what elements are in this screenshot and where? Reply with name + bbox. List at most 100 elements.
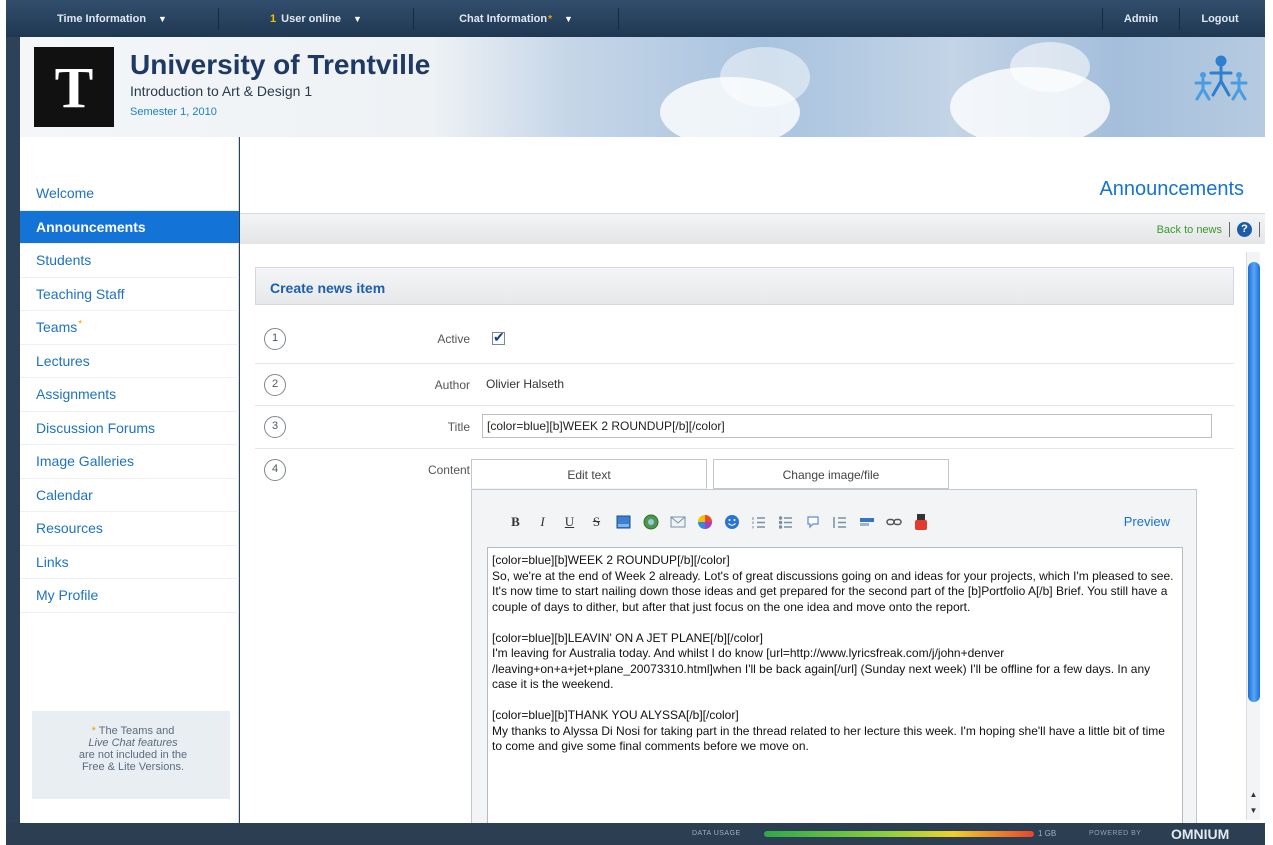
preview-link[interactable]: Preview (1124, 514, 1170, 529)
email-icon[interactable] (664, 513, 691, 531)
data-usage-bar (764, 831, 1034, 837)
form-title: Create news item (270, 280, 386, 296)
italic-button[interactable]: I (529, 513, 556, 531)
underline-button[interactable]: U (556, 513, 583, 531)
data-usage-label: DATA USAGE (692, 830, 741, 837)
bold-button[interactable]: B (502, 513, 529, 531)
university-title: University of Trentville (130, 49, 431, 80)
editor-toolbar: B I U S (502, 512, 934, 532)
step-number: 2 (264, 374, 286, 396)
sidebar-item-announcements[interactable]: Announcements (20, 210, 239, 244)
chat-information-menu[interactable]: Chat Information * ▼ (414, 8, 619, 30)
scrollbar[interactable]: ▲ ▼ (1246, 252, 1260, 820)
chevron-down-icon: ▼ (353, 14, 362, 24)
field-label: Active (437, 332, 470, 346)
powered-by-label: POWERED BY (1089, 830, 1142, 837)
sidebar-item-teams[interactable]: Teams * (20, 311, 239, 345)
field-label: Author (434, 378, 470, 392)
logout-label: Logout (1201, 13, 1239, 25)
sidebar-item-links[interactable]: Links (20, 546, 239, 579)
chevron-down-icon: ▼ (158, 14, 167, 24)
omnium-logo: OMNIUM (1171, 826, 1230, 842)
ordered-list-icon[interactable] (745, 513, 772, 531)
users-online-count: 1 (270, 13, 277, 25)
action-bar: Back to news ? (240, 213, 1265, 244)
sidebar-item-calendar[interactable]: Calendar (20, 479, 239, 512)
sidebar-item-label: Resources (36, 520, 103, 537)
sidebar-item-label: Teams (36, 319, 78, 336)
form-row-title: 3 Title [color=blue][b]WEEK 2 ROUNDUP[/b… (255, 406, 1234, 449)
media-icon[interactable] (637, 513, 664, 531)
page-title: Announcements (1099, 178, 1244, 200)
time-information-menu[interactable]: Time Information ▼ (6, 8, 219, 30)
form-row-active: 1 Active (255, 318, 1234, 364)
note-star: * (91, 725, 96, 737)
sidebar-item-label: Announcements (36, 218, 146, 235)
scroll-up-icon[interactable]: ▲ (1247, 788, 1260, 802)
color-icon[interactable] (691, 513, 718, 531)
sidebar-item-discussion-forums[interactable]: Discussion Forums (20, 412, 239, 445)
note-line-4: Free & Lite Versions. (81, 761, 185, 773)
unordered-list-icon[interactable] (772, 513, 799, 531)
help-icon[interactable]: ? (1237, 222, 1252, 237)
tab-change-image-file[interactable]: Change image/file (713, 459, 949, 489)
sidebar-item-label: Lectures (36, 352, 90, 369)
field-label: Content (427, 463, 470, 477)
sidebar-item-students[interactable]: Students (20, 244, 239, 278)
sidebar-item-assignments[interactable]: Assignments (20, 378, 239, 412)
title-input[interactable]: [color=blue][b]WEEK 2 ROUNDUP[/b][/color… (482, 414, 1212, 438)
divider (1229, 222, 1230, 237)
footer: DATA USAGE 1 GB POWERED BY OMNIUM (6, 823, 1265, 845)
sidebar-item-resources[interactable]: Resources (20, 512, 239, 546)
smiley-icon[interactable] (718, 513, 745, 531)
sidebar-item-teaching-staff[interactable]: Teaching Staff (20, 278, 239, 311)
sidebar-item-label: My Profile (36, 587, 99, 604)
code-icon[interactable] (853, 513, 880, 531)
sidebar-item-label: Image Galleries (36, 453, 135, 470)
author-value: Olivier Halseth (486, 377, 565, 391)
sidebar-item-image-galleries[interactable]: Image Galleries (20, 445, 239, 479)
admin-label: Admin (1123, 13, 1159, 25)
youtube-icon[interactable] (907, 513, 934, 531)
sidebar-item-label: Assignments (36, 386, 117, 403)
image-icon[interactable] (610, 513, 637, 531)
teams-star: * (78, 319, 83, 330)
top-bar: Time Information ▼ 1 User online ▼ Chat … (6, 0, 1265, 37)
users-online-menu[interactable]: 1 User online ▼ (219, 8, 414, 30)
sidebar-item-label: Calendar (36, 486, 93, 503)
chevron-down-icon: ▼ (563, 14, 573, 24)
sidebar-item-my-profile[interactable]: My Profile (20, 579, 239, 613)
note-line-2: Live Chat features (88, 737, 178, 749)
note-line-1: The Teams and (98, 725, 175, 737)
link-icon[interactable] (880, 513, 907, 531)
chat-information-label: Chat Information (459, 13, 548, 25)
brand-figures-icon (1194, 55, 1248, 101)
site-header: T University of Trentville Introduction … (20, 37, 1265, 137)
indent-icon[interactable] (826, 513, 853, 531)
course-title: Introduction to Art & Design 1 (130, 83, 313, 99)
time-information-label: Time Information (57, 13, 147, 25)
data-usage-max: 1 GB (1038, 829, 1057, 838)
quote-icon[interactable] (799, 513, 826, 531)
field-label: Title (447, 420, 470, 434)
active-checkbox[interactable] (492, 329, 505, 346)
logout-link[interactable]: Logout (1180, 8, 1260, 30)
sidebar-item-welcome[interactable]: Welcome (20, 177, 239, 211)
step-number: 4 (264, 459, 286, 481)
tab-edit-text[interactable]: Edit text (471, 459, 707, 489)
scroll-thumb[interactable] (1248, 262, 1260, 702)
semester-label: Semester 1, 2010 (130, 106, 217, 118)
back-to-news-link[interactable]: Back to news (1157, 224, 1222, 236)
content-editor: B I U S Preview [color=blue][b]WEEK 2 RO… (471, 489, 1197, 824)
sidebar-item-lectures[interactable]: Lectures (20, 345, 239, 378)
strikethrough-button[interactable]: S (583, 513, 610, 531)
sidebar-item-label: Welcome (36, 185, 95, 202)
content-textarea[interactable]: [color=blue][b]WEEK 2 ROUNDUP[/b][/color… (487, 547, 1183, 824)
step-number: 1 (264, 328, 286, 350)
users-online-label: User online (281, 13, 342, 25)
form-row-author: 2 Author Olivier Halseth (255, 364, 1234, 406)
sidebar-item-label: Discussion Forums (36, 419, 156, 436)
scroll-down-icon[interactable]: ▼ (1247, 804, 1260, 818)
step-number: 3 (264, 416, 286, 438)
admin-link[interactable]: Admin (1102, 8, 1180, 30)
